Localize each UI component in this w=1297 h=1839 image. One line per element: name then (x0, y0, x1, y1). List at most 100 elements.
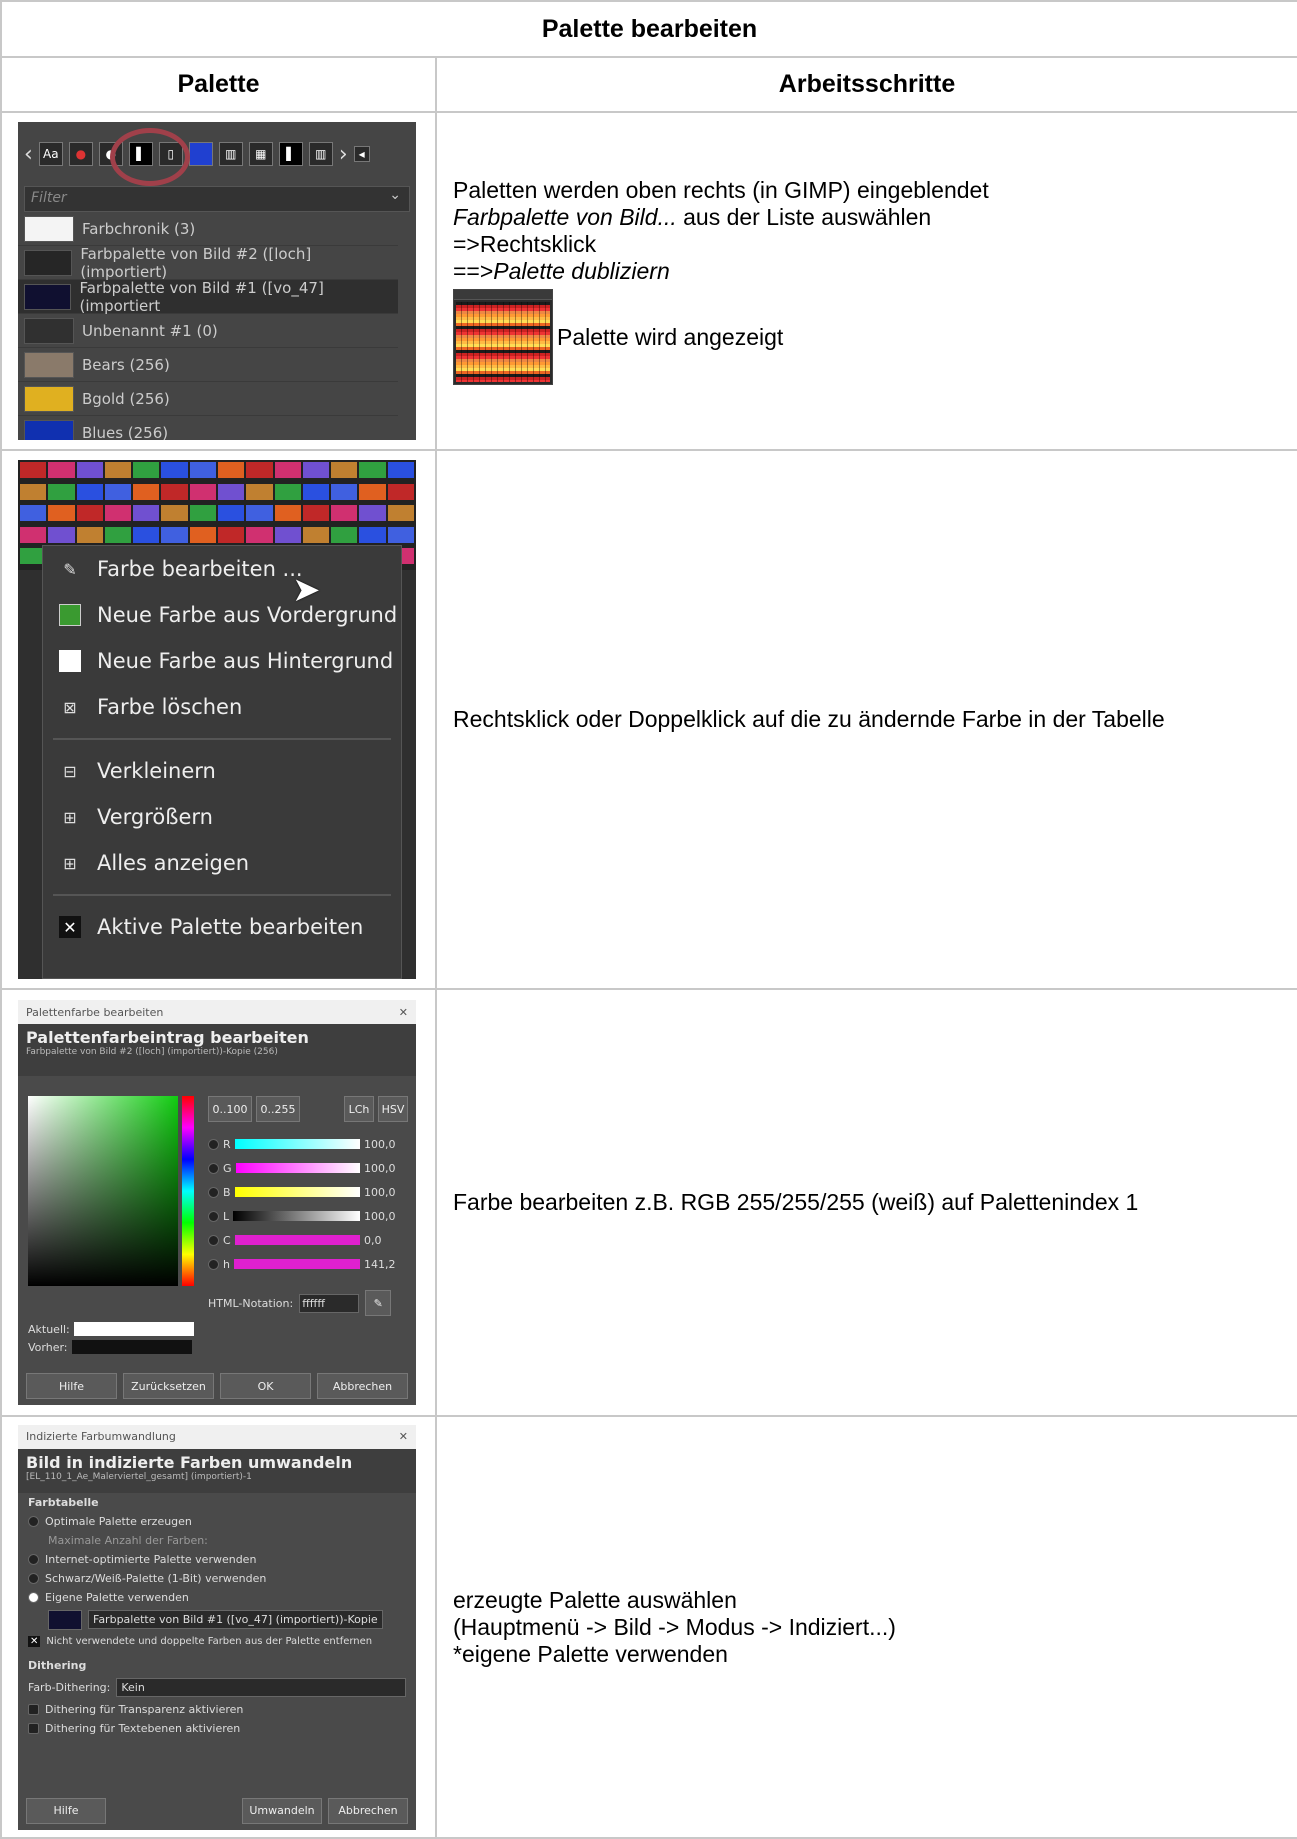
palette-cell[interactable] (20, 462, 47, 478)
option-bw-palette[interactable]: Schwarz/Weiß-Palette (1-Bit) verwenden (18, 1569, 416, 1588)
close-icon[interactable]: ✕ (399, 1006, 408, 1019)
option-remove-unused[interactable]: ✕ Nicht verwendete und doppelte Farben au… (18, 1633, 416, 1650)
palette-cell[interactable] (189, 462, 216, 478)
palette-cell[interactable] (359, 505, 386, 522)
palette-cell[interactable] (104, 483, 132, 500)
palette-cell[interactable] (161, 526, 188, 543)
palette-cell[interactable] (359, 526, 386, 543)
grid-tab-icon[interactable]: ▦ (248, 142, 273, 166)
fonts-tab-icon[interactable]: Aa (38, 142, 63, 166)
palette-cell[interactable] (189, 526, 216, 543)
palette-cell[interactable] (387, 526, 414, 543)
menu-item-delete-color[interactable]: ⊠ Farbe löschen (43, 684, 401, 730)
colors-tab-icon[interactable] (188, 142, 213, 166)
palette-cell[interactable] (274, 505, 301, 522)
palette-cell[interactable] (246, 483, 273, 500)
palette-list-item[interactable]: Farbpalette von Bild #2 ([loch] (importi… (18, 245, 398, 281)
palette-list-item[interactable]: Bears (256) (18, 348, 398, 382)
palette-cell[interactable] (302, 505, 330, 522)
palette-cell[interactable] (48, 526, 75, 543)
eyedropper-icon[interactable]: ✎ (365, 1290, 392, 1316)
palette-cell[interactable] (133, 526, 160, 543)
dock-menu-icon[interactable]: ◂ (353, 146, 370, 162)
help-button[interactable]: Hilfe (26, 1797, 106, 1824)
cancel-button[interactable]: Abbrechen (328, 1797, 408, 1824)
palette-cell[interactable] (218, 483, 245, 500)
palette-cell[interactable] (246, 505, 273, 522)
filter-input[interactable]: Filter ⌄ (24, 186, 410, 212)
palette-cell[interactable] (20, 483, 47, 500)
palette-cell[interactable] (387, 462, 414, 478)
palette-cell[interactable] (20, 505, 47, 522)
palette-cell[interactable] (218, 526, 245, 543)
palette-cell[interactable] (161, 462, 188, 478)
palette-cell[interactable] (387, 505, 414, 522)
channels-tab-icon[interactable]: ▥ (218, 142, 243, 166)
palette-cell[interactable] (274, 526, 301, 543)
palette-cell[interactable] (359, 483, 386, 500)
palette-cell[interactable] (218, 462, 245, 478)
chevron-down-icon[interactable]: ⌄ (389, 187, 401, 203)
menu-item-zoom-out[interactable]: ⊟ Verkleinern (43, 748, 401, 794)
palette-cell[interactable] (104, 462, 132, 478)
reset-button[interactable]: Zurücksetzen (123, 1373, 214, 1399)
palette-cell[interactable] (76, 505, 103, 522)
palette-cell[interactable] (161, 505, 188, 522)
slider-b[interactable]: B 100,0 (208, 1180, 408, 1204)
check-dither-transparency[interactable]: Dithering für Transparenz aktivieren (18, 1700, 416, 1719)
convert-button[interactable]: Umwandeln (242, 1797, 322, 1824)
palette-cell[interactable] (133, 483, 160, 500)
palette-cell[interactable] (302, 483, 330, 500)
palette-cell[interactable] (104, 526, 132, 543)
cancel-button[interactable]: Abbrechen (317, 1373, 408, 1399)
palette-cell[interactable] (331, 505, 358, 522)
slider-c[interactable]: C 0,0 (208, 1228, 408, 1252)
dither-select[interactable]: Farb-Dithering: Kein (18, 1675, 416, 1700)
palette-cell[interactable] (189, 483, 216, 500)
menu-item-zoom-in[interactable]: ⊞ Vergrößern (43, 794, 401, 840)
palette-editor-tab-icon[interactable]: ▌ (278, 142, 303, 166)
palette-list-item[interactable]: Blues (256) (18, 416, 398, 440)
slider-g[interactable]: G 100,0 (208, 1156, 408, 1180)
range-255-button[interactable]: 0..255 (256, 1096, 300, 1122)
palette-cell[interactable] (48, 462, 75, 478)
palette-cell[interactable] (76, 526, 103, 543)
palette-cell[interactable] (331, 526, 358, 543)
palette-cell[interactable] (359, 462, 386, 478)
palette-cell[interactable] (274, 462, 301, 478)
chevron-right-icon[interactable]: › (339, 142, 348, 167)
palette-cell[interactable] (246, 526, 273, 543)
palette-selector[interactable]: Farbpalette von Bild #1 ([vo_47] (import… (18, 1607, 416, 1633)
palette-cell[interactable] (76, 462, 103, 478)
palette-cell[interactable] (302, 462, 330, 478)
palette-cell[interactable] (161, 483, 188, 500)
palette-cell[interactable] (189, 505, 216, 522)
slider-l[interactable]: L 100,0 (208, 1204, 408, 1228)
html-notation-input[interactable]: ffffff (299, 1293, 360, 1313)
brushes-tab-icon[interactable]: ● (68, 142, 93, 166)
slider-h[interactable]: h 141,2 (208, 1252, 408, 1276)
range-100-button[interactable]: 0..100 (208, 1096, 252, 1122)
palette-cell[interactable] (20, 526, 47, 543)
palette-cell[interactable] (133, 505, 160, 522)
menu-item-edit-color[interactable]: ✎ Farbe bearbeiten ... (43, 546, 401, 592)
palette-cell[interactable] (331, 462, 358, 478)
lch-button[interactable]: LCh (344, 1096, 374, 1122)
menu-item-zoom-all[interactable]: ⊞ Alles anzeigen (43, 840, 401, 886)
palette-cell[interactable] (133, 462, 160, 478)
help-button[interactable]: Hilfe (26, 1373, 117, 1399)
palette-cell[interactable] (387, 483, 414, 500)
palette-cell[interactable] (218, 505, 245, 522)
check-dither-text[interactable]: Dithering für Textebenen aktivieren (18, 1719, 416, 1738)
color-area[interactable] (28, 1096, 178, 1286)
palette-cell[interactable] (302, 526, 330, 543)
menu-item-edit-active-palette[interactable]: ✕ Aktive Palette bearbeiten (43, 904, 401, 950)
palette-cell[interactable] (274, 483, 301, 500)
layers-tab-icon[interactable]: ▥ (308, 142, 333, 166)
option-web-palette[interactable]: Internet-optimierte Palette verwenden (18, 1550, 416, 1569)
hsv-button[interactable]: HSV (378, 1096, 408, 1122)
palette-cell[interactable] (246, 462, 273, 478)
palette-cell[interactable] (104, 505, 132, 522)
option-custom-palette[interactable]: Eigene Palette verwenden (18, 1588, 416, 1607)
palette-list-item[interactable]: Bgold (256) (18, 382, 398, 416)
